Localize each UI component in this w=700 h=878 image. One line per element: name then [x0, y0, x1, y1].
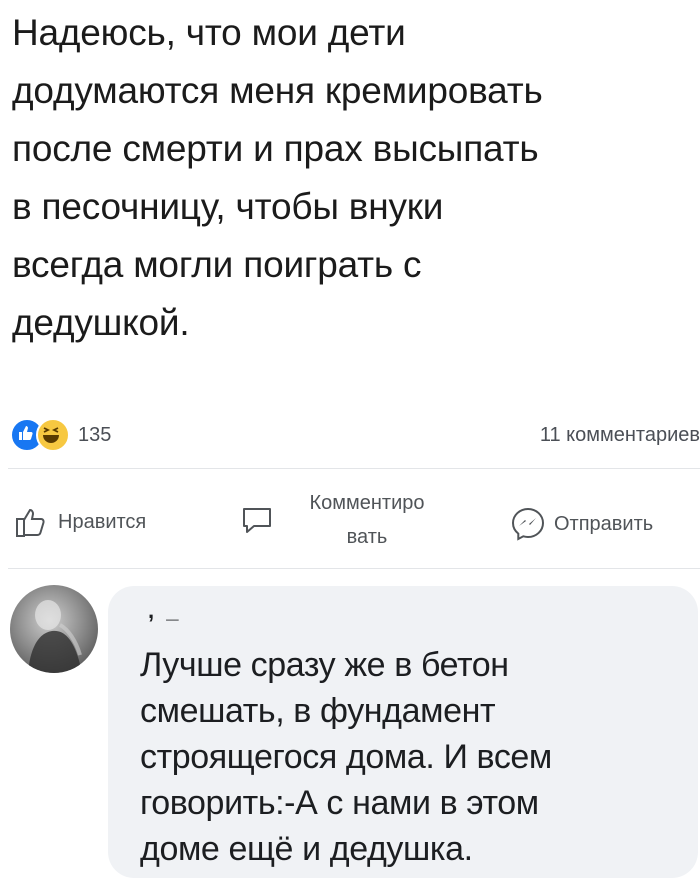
- speech-bubble-icon: [243, 508, 271, 533]
- profile-photo-icon: [28, 600, 82, 673]
- post-stats: 135 11 комментариев: [10, 415, 700, 455]
- comment-bubble: , _ Лучше сразу же в бетон смешать, в фу…: [108, 586, 698, 878]
- post-text: Надеюсь, что мои дети додумаются меня кр…: [12, 12, 543, 343]
- like-button[interactable]: Нравится: [14, 506, 146, 538]
- comment-label: Комментиро вать: [309, 492, 425, 548]
- reaction-count[interactable]: 135: [78, 424, 111, 447]
- avatar[interactable]: [10, 585, 98, 673]
- reaction-icons[interactable]: [10, 418, 70, 452]
- like-label: Нравится: [58, 510, 147, 533]
- thumbs-up-icon: [16, 508, 45, 537]
- comments-count[interactable]: 11 комментариев: [540, 424, 700, 447]
- divider: [8, 468, 700, 469]
- share-label: Отправить: [554, 512, 654, 535]
- messenger-icon: [511, 507, 545, 541]
- share-button[interactable]: Отправить: [510, 506, 653, 542]
- comment-author[interactable]: , _: [148, 598, 181, 624]
- comment-button[interactable]: Комментиро вать: [240, 486, 452, 554]
- action-bar: Нравится Комментиро вать Отправить: [0, 480, 700, 560]
- comment-text: Лучше сразу же в бетон смешать, в фундам…: [140, 646, 552, 868]
- divider: [8, 568, 700, 569]
- haha-reaction-icon: [36, 418, 70, 452]
